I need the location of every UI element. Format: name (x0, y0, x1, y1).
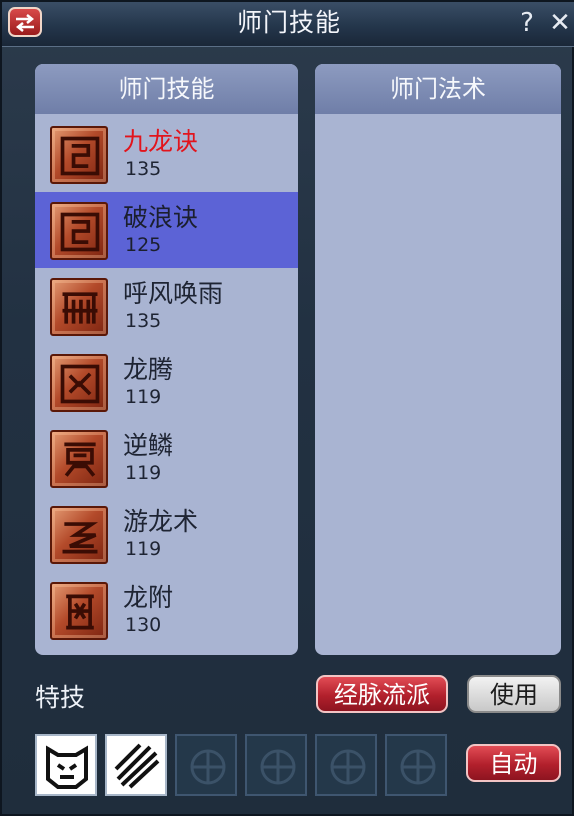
title-bar[interactable]: 师门技能 ? ✕ (2, 2, 574, 47)
dragon-face-icon[interactable] (50, 354, 108, 412)
skill-name: 逆鳞 (123, 431, 174, 460)
swimming-dragon-icon[interactable] (50, 506, 108, 564)
close-button[interactable]: ✕ (546, 8, 574, 38)
skill-name: 龙腾 (123, 355, 174, 384)
empty-skill-slot[interactable] (245, 734, 307, 796)
skill-row[interactable]: 破浪诀 125 (35, 192, 298, 268)
special-skills-label: 特技 (35, 683, 86, 712)
skill-row[interactable]: 逆鳞 119 (35, 420, 298, 496)
empty-slot-icon (400, 749, 436, 785)
skill-name: 龙附 (123, 583, 174, 612)
skill-name: 呼风唤雨 (123, 279, 224, 308)
skill-row[interactable]: 龙附 130 (35, 572, 298, 648)
totem-icon[interactable] (50, 582, 108, 640)
empty-skill-slot[interactable] (175, 734, 237, 796)
school-skills-panel: 师门技能 九龙诀 135 破浪诀 125 呼风唤雨 135 龙腾 119 逆鳞 119 游龙术 119… (35, 64, 298, 655)
window-title: 师门技能 (236, 8, 341, 37)
use-button[interactable]: 使用 (467, 675, 561, 713)
skill-row[interactable]: 游龙术 119 (35, 496, 298, 572)
empty-skill-slot[interactable] (315, 734, 377, 796)
special-skill-slot[interactable] (35, 734, 97, 796)
skill-level: 135 (125, 158, 162, 180)
skill-name: 破浪诀 (123, 203, 199, 232)
tiger-mask-icon (46, 745, 88, 789)
claw-slash-icon (114, 743, 160, 789)
skill-level: 130 (125, 614, 162, 636)
school-spells-header: 师门法术 (315, 64, 561, 114)
empty-skill-slot[interactable] (385, 734, 447, 796)
auto-button[interactable]: 自动 (466, 744, 561, 782)
skill-level: 119 (125, 538, 162, 560)
skills-window: 师门技能 ? ✕ 师门技能 九龙诀 135 破浪诀 125 呼风唤雨 135 龙腾 119 逆鳞… (0, 0, 574, 816)
skill-level: 119 (125, 462, 162, 484)
skill-level: 119 (125, 386, 162, 408)
skill-row[interactable]: 九龙诀 135 (35, 116, 298, 192)
skill-name: 游龙术 (123, 507, 199, 536)
skill-name: 九龙诀 (123, 127, 199, 156)
skill-row[interactable]: 龙腾 119 (35, 344, 298, 420)
scale-icon[interactable] (50, 430, 108, 488)
seal-icon[interactable] (50, 126, 108, 184)
empty-slot-icon (260, 749, 296, 785)
seal-icon[interactable] (50, 202, 108, 260)
school-spells-panel: 师门法术 (315, 64, 561, 655)
meridian-school-button[interactable]: 经脉流派 (316, 675, 448, 713)
empty-slot-icon (190, 749, 226, 785)
skill-level: 125 (125, 234, 162, 256)
skill-row[interactable]: 呼风唤雨 135 (35, 268, 298, 344)
special-skill-slot[interactable] (105, 734, 167, 796)
empty-slot-icon (330, 749, 366, 785)
skill-level: 135 (125, 310, 162, 332)
help-button[interactable]: ? (514, 8, 540, 38)
rain-icon[interactable] (50, 278, 108, 336)
school-skills-header: 师门技能 (35, 64, 298, 114)
